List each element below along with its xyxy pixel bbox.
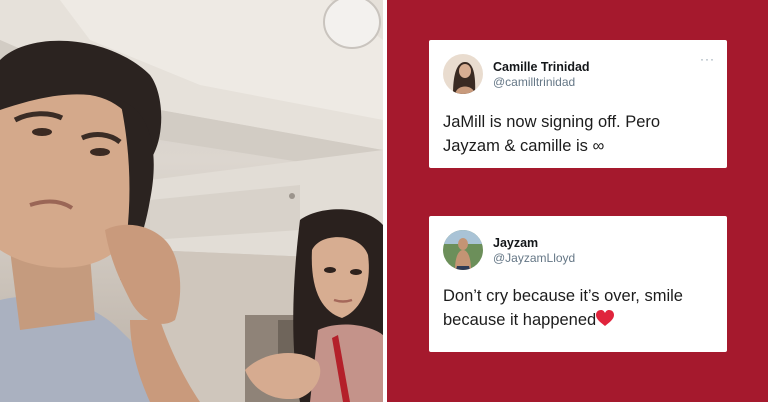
tweet-card: Jayzam @JayzamLloyd Don’t cry because it… bbox=[429, 216, 727, 352]
tweet-text-body: Don’t cry because it’s over, smile becau… bbox=[443, 287, 683, 329]
avatar[interactable] bbox=[443, 230, 483, 270]
tweets-panel: Camille Trinidad @camilltrinidad ··· JaM… bbox=[387, 0, 768, 402]
user-handle[interactable]: @JayzamLloyd bbox=[493, 251, 575, 266]
more-options-icon[interactable]: ··· bbox=[700, 52, 715, 66]
tweet-header: Camille Trinidad @camilltrinidad bbox=[443, 52, 713, 96]
woman-portrait-avatar-icon bbox=[443, 54, 483, 94]
tweet-author: Camille Trinidad @camilltrinidad bbox=[493, 59, 590, 90]
red-heart-icon bbox=[596, 310, 615, 334]
tweet-text: Don’t cry because it’s over, smile becau… bbox=[443, 284, 713, 334]
tweet-author: Jayzam @JayzamLloyd bbox=[493, 235, 575, 266]
video-still-photo bbox=[0, 0, 383, 402]
tweet-header: Jayzam @JayzamLloyd bbox=[443, 228, 713, 272]
avatar[interactable] bbox=[443, 54, 483, 94]
tweet-card: Camille Trinidad @camilltrinidad ··· JaM… bbox=[429, 40, 727, 168]
user-handle[interactable]: @camilltrinidad bbox=[493, 75, 590, 90]
man-outdoor-avatar-icon bbox=[443, 230, 483, 270]
display-name[interactable]: Camille Trinidad bbox=[493, 59, 590, 75]
tweet-text: JaMill is now signing off. Pero Jayzam &… bbox=[443, 113, 661, 155]
display-name[interactable]: Jayzam bbox=[493, 235, 575, 251]
room-scene bbox=[0, 0, 383, 402]
